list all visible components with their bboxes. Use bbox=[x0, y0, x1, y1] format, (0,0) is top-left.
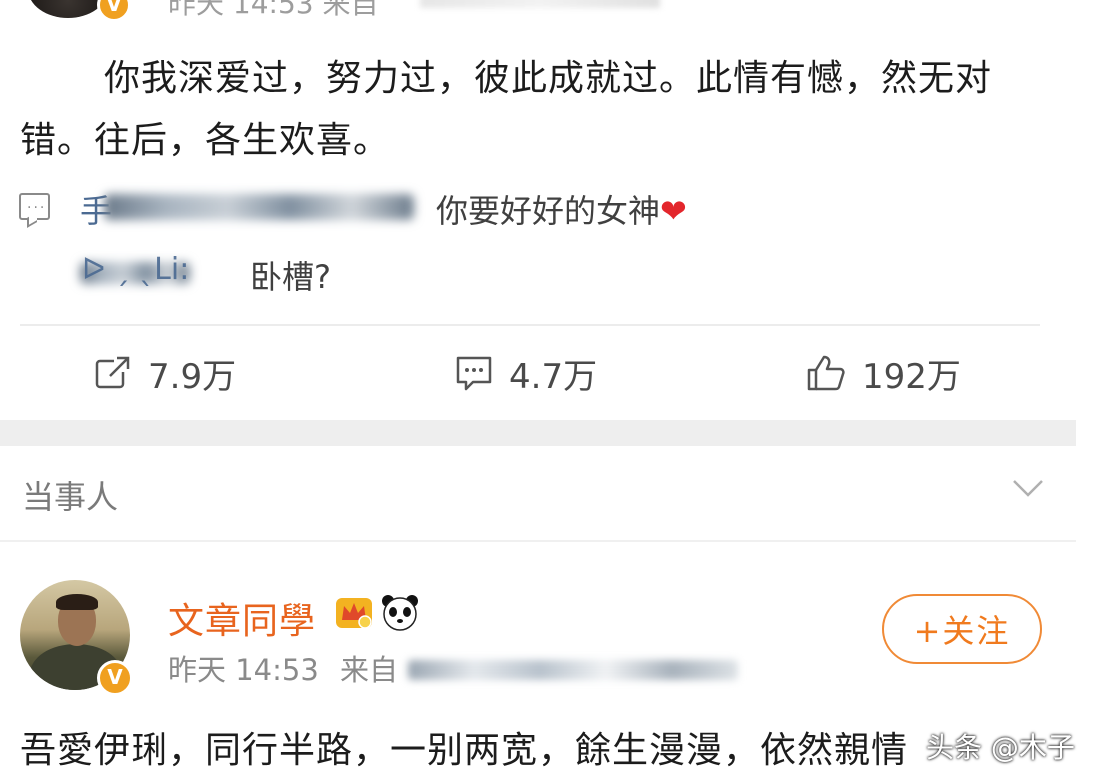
post1-meta: 昨天 14:53 来自 bbox=[168, 0, 379, 20]
section-separator bbox=[0, 420, 1076, 446]
post1-avatar[interactable] bbox=[28, 0, 108, 18]
repost-count: 7.9万 bbox=[148, 356, 237, 397]
post1-source-blurred bbox=[420, 0, 660, 8]
post2-text: 吾愛伊琍，同行半路，一别两宽，餘生漫漫，依然親情 bbox=[20, 730, 909, 771]
post1-text: 你我深爱过，努力过，彼此成就过。此情有憾，然无对错。往后，各生欢喜。 bbox=[20, 58, 993, 161]
heart-icon: ❤ bbox=[660, 192, 687, 230]
comment-count: 4.7万 bbox=[509, 356, 598, 397]
divider bbox=[20, 324, 1040, 326]
repost-icon bbox=[95, 356, 130, 389]
thumbs-up-icon bbox=[807, 355, 845, 391]
repost-button[interactable]: 7.9万 bbox=[94, 348, 236, 398]
post-source-label: 来自 bbox=[340, 653, 399, 687]
username[interactable]: 文章同學 bbox=[168, 592, 316, 644]
comment-icon bbox=[456, 356, 492, 391]
panda-icon bbox=[382, 595, 418, 631]
comment1-author-blurred[interactable] bbox=[104, 194, 414, 220]
section-title: 当事人 bbox=[22, 478, 119, 516]
comment-button[interactable]: 4.7万 bbox=[455, 348, 597, 398]
like-button[interactable]: 192万 bbox=[806, 348, 961, 398]
chevron-down-icon[interactable] bbox=[1012, 478, 1044, 498]
verified-badge: V bbox=[97, 0, 131, 22]
divider bbox=[0, 540, 1076, 542]
comment-icon: ··· bbox=[19, 193, 50, 220]
post-source-blurred[interactable] bbox=[408, 660, 738, 680]
comment1-body: 你要好好的女神 bbox=[436, 192, 661, 230]
comment2-text: 卧槽? bbox=[250, 258, 331, 296]
post-time: 昨天 14:53 bbox=[168, 653, 319, 687]
follow-button[interactable]: +关注 bbox=[882, 594, 1042, 664]
watermark: 头条 @木子 bbox=[926, 731, 1075, 764]
post-meta: 昨天 14:53 来自 bbox=[168, 647, 398, 689]
comment1-text: 你要好好的女神❤ bbox=[436, 186, 687, 232]
crown-member-icon[interactable] bbox=[334, 594, 374, 630]
comment2-author-partial[interactable]: ᐅ ˏ ˎLi: bbox=[82, 252, 189, 287]
verified-badge: V bbox=[97, 660, 133, 696]
like-count: 192万 bbox=[862, 356, 961, 397]
